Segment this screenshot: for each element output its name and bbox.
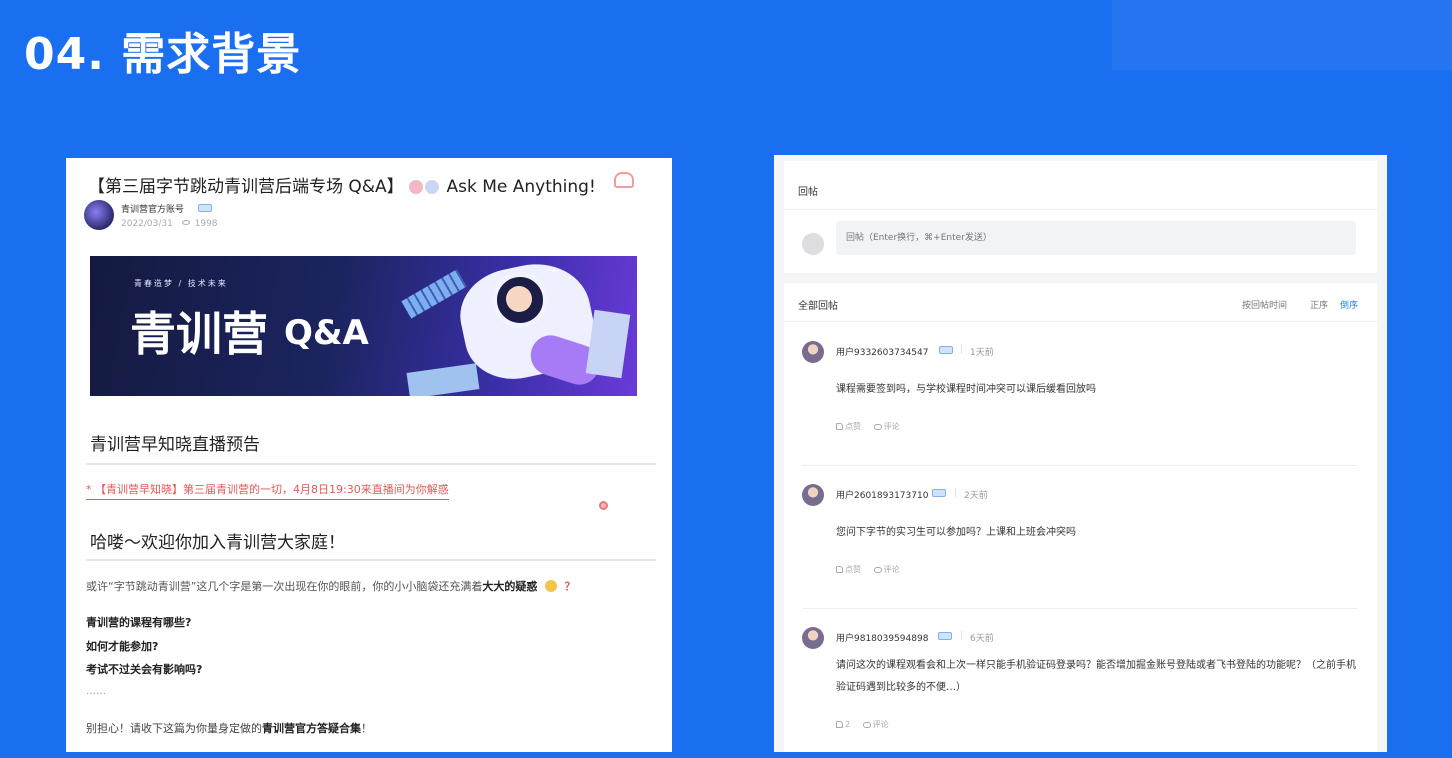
- comment-actions: 点赞 评论: [836, 564, 900, 575]
- background-shade: [1112, 0, 1452, 70]
- comment-icon[interactable]: [873, 567, 882, 573]
- comment-actions: 2 评论: [836, 719, 889, 730]
- user-avatar[interactable]: [802, 341, 824, 363]
- reply-input[interactable]: [836, 221, 1356, 255]
- comment-username[interactable]: 用户9332603734547: [836, 345, 928, 358]
- comment-text: 课程需要签到吗，与学校课程时间冲突可以课后缓看回放吗: [836, 384, 1096, 395]
- intro-emphasis: 大大的疑惑: [482, 580, 538, 593]
- sort-ascending-option[interactable]: 正序: [1310, 298, 1328, 311]
- astronaut-face-illustration: [506, 286, 532, 312]
- closing-paragraph: 别担心！请收下这篇为你量身定做的青训营官方答疑合集！: [86, 720, 372, 736]
- user-avatar[interactable]: [802, 627, 824, 649]
- like-button[interactable]: 点赞: [845, 565, 861, 574]
- like-count[interactable]: 2: [845, 720, 850, 729]
- thinking-emoji-icon: [544, 580, 557, 592]
- sort-label: 按回帖时间: [1242, 301, 1288, 311]
- live-notice-link[interactable]: * 【青训营早知晓】第三届青训营的一切，4月8日19:30来直播间为你解惑: [86, 481, 449, 500]
- reply-button[interactable]: 评论: [884, 565, 900, 574]
- comment-icon[interactable]: [862, 722, 871, 728]
- intro-text: 或许“字节跳动青训营”这几个字是第一次出现在你的眼前，你的小小脑袋还充满着: [86, 580, 483, 593]
- hands-emoji-icon: [614, 172, 634, 188]
- comment-username[interactable]: 用户2601893173710: [836, 488, 928, 501]
- article-panel: 【第三届字节跳动青训营后端专场 Q&A】 Ask Me Anything! 青训…: [66, 158, 672, 752]
- closing-suffix: ！: [361, 722, 372, 735]
- separator: |: [954, 488, 958, 498]
- closing-text: 别担心！请收下这篇为你量身定做的: [86, 722, 262, 735]
- comment-text: 您问下字节的实习生可以参加吗？上课和上班会冲突吗: [836, 527, 1076, 538]
- current-user-avatar: [802, 233, 824, 255]
- gear-icon: [599, 501, 608, 510]
- author-level-badge-icon: [198, 204, 212, 212]
- divider: [802, 608, 1357, 609]
- star-icon: ✦: [550, 266, 559, 277]
- sort-descending-option[interactable]: 倒序: [1340, 298, 1358, 311]
- banner-headline-text: 青训营: [130, 307, 268, 361]
- comment-list-title: 全部回帖: [798, 301, 838, 312]
- article-views: 1998: [194, 219, 218, 229]
- comment-icon[interactable]: [873, 424, 882, 430]
- banner-headline: 青训营 Q&A: [130, 298, 369, 364]
- comments-panel: 回帖 全部回帖 按回帖时间 正序 倒序 用户9332603734547 | 1天…: [774, 155, 1387, 752]
- section-heading-live: 青训营早知晓直播预告: [90, 435, 260, 455]
- section-heading-welcome: 哈喽～欢迎你加入青训营大家庭！: [90, 533, 345, 553]
- comment-list: 全部回帖 按回帖时间 正序 倒序 用户9332603734547 | 1天前 课…: [784, 283, 1377, 752]
- article-banner: 青春造梦 / 技术未来 青训营 Q&A ✦: [90, 256, 637, 396]
- separator: |: [960, 631, 964, 641]
- user-avatar[interactable]: [802, 484, 824, 506]
- banner-tagline: 青春造梦 / 技术未来: [134, 279, 228, 288]
- user-level-badge-icon: [932, 489, 946, 497]
- article-date: 2022/03/31: [121, 219, 173, 229]
- reply-box: 回帖: [784, 161, 1377, 273]
- comment-time: 2天前: [964, 491, 988, 501]
- article-meta: 2022/03/31 1998: [121, 219, 218, 229]
- user-level-badge-icon: [939, 346, 953, 354]
- divider: [784, 321, 1377, 322]
- comment-actions: 点赞 评论: [836, 421, 900, 432]
- section-divider: [86, 559, 656, 561]
- divider: [784, 209, 1377, 210]
- ellipsis-text: ……: [86, 686, 106, 697]
- separator: |: [960, 345, 964, 355]
- question-mark: ？: [564, 580, 576, 593]
- reply-button[interactable]: 评论: [884, 422, 900, 431]
- reply-label: 回帖: [798, 187, 818, 198]
- like-button[interactable]: 点赞: [845, 422, 861, 431]
- like-icon[interactable]: [836, 721, 843, 728]
- comment-text: 请问这次的课程观看会和上次一样只能手机验证码登录吗？能否增加掘金账号登陆或者飞书…: [836, 660, 1356, 693]
- section-divider: [86, 463, 656, 465]
- question-item: 考试不过关会有影响吗?: [86, 663, 203, 676]
- reply-button[interactable]: 评论: [873, 720, 889, 729]
- banner-headline-suffix: Q&A: [284, 313, 369, 353]
- article-title-text: 【第三届字节跳动青训营后端专场 Q&A】: [88, 177, 404, 197]
- author-name[interactable]: 青训营官方账号: [121, 202, 184, 215]
- question-item: 如何才能参加?: [86, 640, 159, 653]
- article-title: 【第三届字节跳动青训营后端专场 Q&A】 Ask Me Anything!: [88, 172, 596, 197]
- article-title-suffix: Ask Me Anything!: [446, 177, 596, 197]
- closing-emphasis: 青训营官方答疑合集: [262, 722, 361, 735]
- comment-username[interactable]: 用户9818039594898: [836, 631, 928, 644]
- satellite-illustration: [401, 269, 467, 319]
- intro-paragraph: 或许“字节跳动青训营”这几个字是第一次出现在你的眼前，你的小小脑袋还充满着大大的…: [86, 578, 575, 594]
- author-avatar[interactable]: [84, 200, 114, 230]
- boy-emoji-icon: [425, 180, 440, 194]
- comment-time: 6天前: [970, 634, 994, 644]
- girl-emoji-icon: [409, 180, 424, 194]
- slide-title: 04. 需求背景: [24, 29, 302, 80]
- paper-illustration: [585, 309, 631, 379]
- question-item: 青训营的课程有哪些?: [86, 616, 192, 629]
- like-icon[interactable]: [836, 566, 843, 573]
- paper-illustration: [406, 363, 480, 396]
- user-level-badge-icon: [938, 632, 952, 640]
- eye-icon: [181, 220, 190, 225]
- divider: [802, 465, 1357, 466]
- like-icon[interactable]: [836, 423, 843, 430]
- comment-time: 1天前: [970, 348, 994, 358]
